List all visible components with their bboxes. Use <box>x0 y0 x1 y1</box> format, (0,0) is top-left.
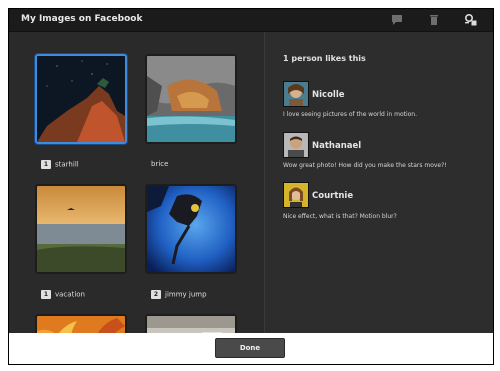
image-caption-vacation: 1 vacation <box>41 290 85 302</box>
comments-panel: 1 person likes this Nicolle I love seein… <box>265 32 493 342</box>
comment-count-badge: 1 <box>41 290 51 299</box>
comment-text: Wow great photo! How did you make the st… <box>283 162 447 169</box>
comment-icon[interactable] <box>390 13 404 27</box>
comment-text: Nice effect, what is that? Motion blur? <box>283 213 397 220</box>
image-caption-starhill: 1 starhill <box>41 160 79 172</box>
image-grid-panel: 1 starhill brice 1 vacation 2 jimmy jump <box>9 32 264 358</box>
image-caption-jimmy-jump: 2 jimmy jump <box>151 290 207 302</box>
image-caption-brice: brice <box>151 160 168 172</box>
image-name: jimmy jump <box>165 290 207 299</box>
image-thumbnail-brice[interactable] <box>145 54 237 144</box>
jimmy-jump-photo <box>147 186 235 272</box>
likes-count: 1 person likes this <box>283 54 366 63</box>
comment-text: I love seeing pictures of the world in m… <box>283 111 418 118</box>
commenter-name[interactable]: Nicolle <box>312 90 345 100</box>
brice-photo <box>147 56 235 142</box>
image-name: starhill <box>55 160 79 169</box>
avatar-nathanael <box>283 132 309 158</box>
image-name: vacation <box>55 290 85 299</box>
commenter-name[interactable]: Courtnie <box>312 191 353 201</box>
vacation-photo <box>37 186 125 272</box>
image-thumbnail-vacation[interactable] <box>35 184 127 274</box>
commenter-name[interactable]: Nathanael <box>312 141 361 151</box>
starhill-photo <box>37 56 125 142</box>
avatar-courtnie <box>283 182 309 208</box>
done-button[interactable]: Done <box>215 338 285 358</box>
dialog-footer: Done <box>9 333 493 364</box>
trash-icon[interactable] <box>427 13 441 27</box>
image-thumbnail-starhill[interactable] <box>35 54 127 144</box>
title-bar: My Images on Facebook <box>9 9 493 32</box>
dialog-title: My Images on Facebook <box>21 14 143 24</box>
comment-count-badge: 2 <box>151 290 161 299</box>
avatar-nicolle <box>283 81 309 107</box>
facebook-images-dialog: My Images on Facebook 1 starhill brice 1… <box>8 8 494 365</box>
settings-icon[interactable] <box>464 13 478 27</box>
comment-count-badge: 1 <box>41 160 51 169</box>
image-thumbnail-jimmy-jump[interactable] <box>145 184 237 274</box>
image-name: brice <box>151 160 169 168</box>
